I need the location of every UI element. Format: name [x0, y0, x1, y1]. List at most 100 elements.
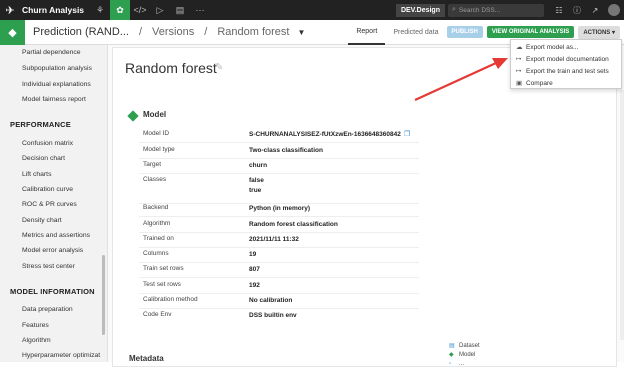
row-label: Model type [143, 146, 175, 153]
tab-report[interactable]: Report [348, 20, 386, 45]
sidebar-item-confusion-matrix[interactable]: Confusion matrix [22, 140, 73, 147]
lineage-legend: ▤ Dataset ◆ Model ▫... [449, 341, 480, 368]
sidebar-item-model-error-analysis[interactable]: Model error analysis [22, 247, 83, 254]
sidebar-item-features[interactable]: Features [22, 322, 49, 329]
user-avatar[interactable] [608, 4, 620, 16]
row-label: Backend [143, 204, 169, 211]
search-input[interactable]: ⌕ Search DSS... [448, 3, 544, 17]
project-name[interactable]: Churn Analysis [22, 5, 90, 15]
sidebar-item-data-preparation[interactable]: Data preparation [22, 306, 73, 313]
table-row: Columns 19 [139, 250, 419, 263]
table-row: Classes false true [139, 176, 419, 204]
sidebar-scrollbar[interactable] [102, 255, 105, 335]
table-row: Test set rows 192 [139, 281, 419, 294]
code-icon[interactable]: </> [130, 0, 150, 20]
legend-more[interactable]: ▫... [449, 359, 480, 368]
search-placeholder: Search DSS... [458, 6, 501, 14]
share-icon[interactable]: ⚘ [90, 0, 110, 20]
legend-label: Dataset [459, 342, 480, 349]
table-row: Algorithm Random forest classification [139, 220, 419, 233]
actions-button[interactable]: ACTIONS ▾ [578, 25, 620, 39]
row-label: Algorithm [143, 220, 171, 227]
model-summary-card: Random forest ✎ Model Model ID S-CHURNAN… [112, 47, 617, 367]
model-icon: ◆ [449, 352, 454, 358]
actions-menu: ☁ Export model as... ↦ Export model docu… [510, 39, 622, 89]
more-icon: ▫ [449, 360, 452, 367]
compare-icon: ▣ [516, 80, 523, 87]
breadcrumb-versions[interactable]: Versions [152, 26, 194, 38]
chevron-down-icon[interactable]: ▼ [297, 28, 305, 37]
grid-icon[interactable]: ☷ [550, 0, 568, 20]
sidebar-item-individual-explanations[interactable]: Individual explanations [22, 81, 91, 88]
top-nav-bar: ✈ Churn Analysis ⚘ ✿ </> ▷ ▤ ··· DEV.Des… [0, 0, 624, 20]
model-section-icon [127, 110, 139, 122]
tab-predicted-data[interactable]: Predicted data [385, 20, 446, 45]
row-value: Random forest classification [249, 221, 338, 228]
menu-item-label: Compare [526, 79, 553, 87]
breadcrumb-separator: / [204, 26, 208, 38]
table-row: Model type Two-class classification [139, 146, 419, 159]
view-original-analysis-button[interactable]: VIEW ORIGINAL ANALYSIS [486, 26, 575, 38]
sidebar-item-stress-test-center[interactable]: Stress test center [22, 263, 75, 270]
model-section-title: Model [143, 110, 167, 119]
sidebar-item-metrics-and-assertions[interactable]: Metrics and assertions [22, 232, 90, 239]
sidebar-item-partial-dependence[interactable]: Partial dependence [22, 49, 81, 56]
legend-dataset[interactable]: ▤ Dataset [449, 341, 480, 350]
row-value: 807 [249, 266, 260, 273]
sidebar-item-density-chart[interactable]: Density chart [22, 217, 62, 224]
sidebar-item-decision-chart[interactable]: Decision chart [22, 155, 65, 162]
sidebar-section-model-information: MODEL INFORMATION [10, 287, 95, 296]
sidebar-section-performance: PERFORMANCE [10, 120, 71, 129]
row-label: Trained on [143, 235, 174, 242]
sidebar-item-hyperparameter-optimization[interactable]: Hyperparameter optimizat [22, 352, 100, 359]
legend-label: Model [459, 351, 476, 358]
row-value: 192 [249, 282, 260, 289]
breadcrumb-separator: / [138, 26, 143, 38]
publish-button[interactable]: PUBLISH [446, 26, 483, 38]
menu-item-label: Export the train and test sets [526, 67, 609, 75]
table-row: Train set rows 807 [139, 265, 419, 278]
row-label: Model ID [143, 130, 170, 137]
sidebar-item-calibration-curve[interactable]: Calibration curve [22, 186, 73, 193]
row-label: Code Env [143, 311, 172, 318]
row-value-2: true [249, 187, 262, 194]
dataiku-logo-icon[interactable]: ✈ [0, 0, 20, 20]
row-label: Classes [143, 176, 167, 183]
legend-model[interactable]: ◆ Model [449, 350, 480, 359]
sidebar-item-roc-pr-curves[interactable]: ROC & PR curves [22, 201, 77, 208]
row-value: S-CHURNANALYSISEZ-fUtXzwEn-1636648360842 [249, 131, 401, 138]
row-value: Python (in memory) [249, 205, 311, 212]
menu-item-export-train-test-sets[interactable]: ↦ Export the train and test sets [516, 67, 609, 76]
report-main: Random forest ✎ Model Model ID S-CHURNAN… [108, 45, 624, 367]
page-title: Random forest [125, 60, 217, 76]
row-value: false [249, 177, 264, 184]
more-icon[interactable]: ··· [190, 0, 210, 20]
dataset-icon: ▤ [449, 343, 455, 349]
instance-badge: DEV.Design [395, 3, 445, 17]
trend-icon[interactable]: ↗ [586, 0, 604, 20]
row-value: No calibration [249, 297, 293, 304]
report-sidebar: Partial dependence Subpopulation analysi… [0, 45, 108, 362]
row-value: DSS builtin env [249, 312, 297, 319]
play-icon[interactable]: ▷ [150, 0, 170, 20]
main-scrollbar[interactable] [620, 90, 624, 340]
sidebar-item-subpopulation-analysis[interactable]: Subpopulation analysis [22, 65, 92, 72]
copy-icon[interactable]: ❐ [404, 130, 410, 138]
sidebar-item-lift-charts[interactable]: Lift charts [22, 171, 51, 178]
menu-item-compare[interactable]: ▣ Compare [516, 79, 553, 88]
breadcrumb-model[interactable]: Prediction (RAND... [33, 26, 129, 38]
sidebar-item-algorithm[interactable]: Algorithm [22, 337, 51, 344]
row-label: Test set rows [143, 281, 181, 288]
help-icon[interactable]: ⓘ [568, 0, 586, 20]
menu-item-export-model-as[interactable]: ☁ Export model as... [516, 43, 578, 52]
menu-item-export-model-documentation[interactable]: ↦ Export model documentation [516, 55, 609, 64]
row-value: churn [249, 162, 268, 169]
breadcrumb-current: Random forest [217, 26, 290, 38]
sidebar-item-model-fairness-report[interactable]: Model fairness report [22, 96, 86, 103]
notebook-icon[interactable]: ▤ [170, 0, 190, 20]
model-icon: ◆ [0, 19, 25, 45]
row-value: 2021/11/11 11:32 [249, 236, 299, 243]
flow-icon[interactable]: ✿ [110, 0, 130, 20]
pencil-icon[interactable]: ✎ [215, 62, 223, 73]
export-icon: ↦ [516, 68, 522, 75]
